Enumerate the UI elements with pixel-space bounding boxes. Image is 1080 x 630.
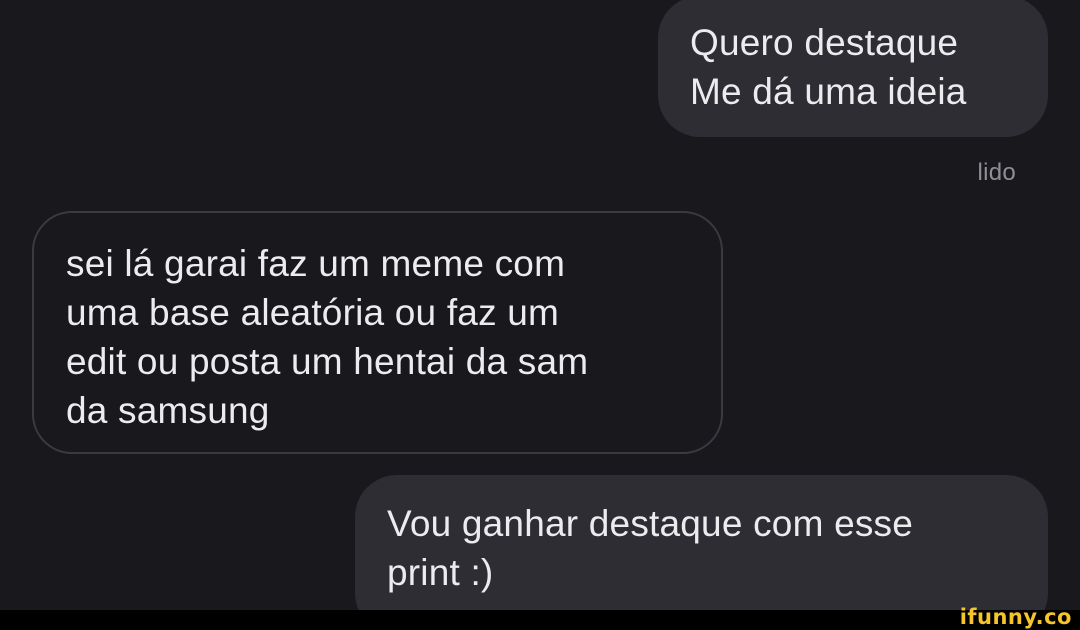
outgoing-message-bubble[interactable]: Vou ganhar destaque com esse print :) — [355, 475, 1048, 610]
read-receipt: lido — [977, 159, 1016, 186]
watermark-bar — [0, 610, 1080, 630]
chat-thread: Quero destaque Me dá uma ideia lido sei … — [0, 0, 1080, 610]
outgoing-message-bubble[interactable]: Quero destaque Me dá uma ideia — [658, 0, 1048, 137]
incoming-message-bubble[interactable]: sei lá garai faz um meme com uma base al… — [32, 211, 723, 454]
ifunny-watermark: ifunny.co — [959, 605, 1072, 629]
